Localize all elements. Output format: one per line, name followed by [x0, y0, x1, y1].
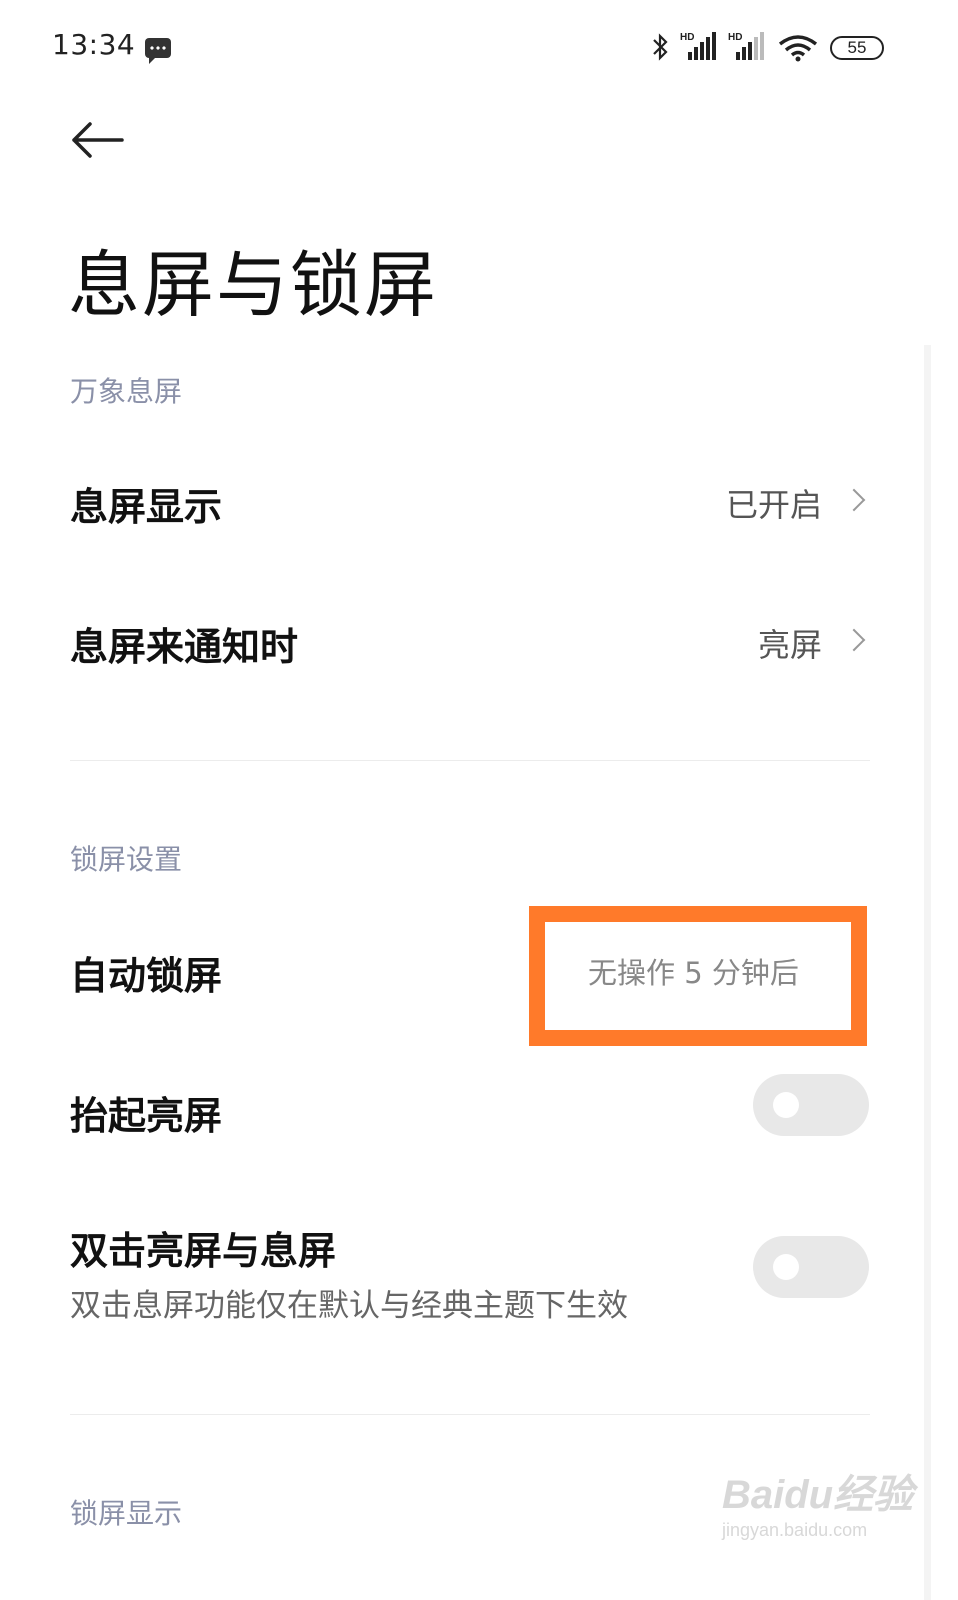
settings-row-aod-notify[interactable]: 息屏来通知时 亮屏 — [0, 580, 924, 700]
section-header-aod: 万象息屏 — [70, 375, 183, 408]
baidu-watermark: Baidu经验 jingyan.baidu.com — [722, 1462, 913, 1541]
bluetooth-icon — [653, 33, 668, 61]
settings-row-raise-wake[interactable]: 抬起亮屏 — [0, 1050, 924, 1170]
raise-wake-toggle[interactable] — [753, 1074, 869, 1136]
watermark-url: jingyan.baidu.com — [722, 1520, 868, 1540]
row-subtitle: 双击息屏功能仅在默认与经典主题下生效 — [70, 1288, 628, 1324]
section-divider — [70, 1414, 870, 1415]
message-icon — [145, 38, 171, 64]
row-value: 亮屏 — [757, 626, 822, 664]
row-value: 已开启 — [725, 486, 822, 524]
settings-row-aod-display[interactable]: 息屏显示 已开启 — [0, 440, 924, 560]
back-arrow-icon[interactable] — [70, 120, 124, 160]
row-label: 息屏来通知时 — [70, 625, 299, 669]
highlight-box — [529, 906, 867, 1046]
row-label: 抬起亮屏 — [70, 1094, 223, 1138]
toggle-knob — [773, 1254, 799, 1280]
settings-row-double-tap[interactable]: 双击亮屏与息屏 双击息屏功能仅在默认与经典主题下生效 — [0, 1200, 924, 1340]
row-label: 自动锁屏 — [70, 954, 223, 998]
section-header-lock: 锁屏设置 — [70, 843, 183, 876]
double-tap-toggle[interactable] — [753, 1236, 869, 1298]
toggle-knob — [773, 1092, 799, 1118]
wifi-icon — [778, 35, 818, 62]
signal-icon-sim1: HD — [680, 32, 718, 62]
watermark-brand: Baidu经验 — [722, 1473, 914, 1517]
scrollbar[interactable] — [924, 345, 931, 1600]
section-header-lock-display: 锁屏显示 — [70, 1497, 183, 1530]
page-title: 息屏与锁屏 — [68, 243, 439, 327]
status-time: 13:34 — [52, 28, 136, 61]
row-label: 双击亮屏与息屏 — [70, 1229, 337, 1273]
chevron-right-icon — [842, 628, 866, 652]
section-divider — [70, 760, 870, 761]
chevron-right-icon — [842, 488, 866, 512]
row-label: 息屏显示 — [70, 485, 223, 529]
signal-icon-sim2: HD — [728, 32, 766, 62]
battery-indicator: 55 — [830, 36, 884, 60]
